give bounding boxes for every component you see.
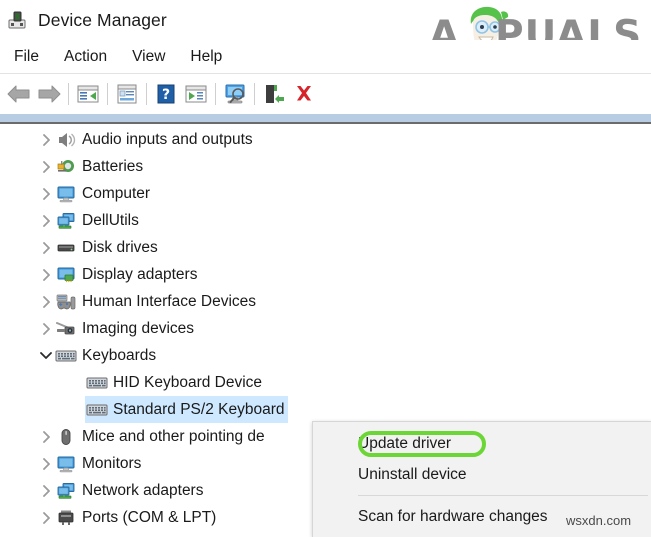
tree-item-label: Disk drives [82, 239, 158, 256]
tree-item-label: Batteries [82, 158, 144, 175]
chevron-right-icon[interactable] [38, 423, 54, 450]
network-adapter-icon [54, 480, 78, 502]
tree-item-hid-keyboard-device[interactable]: HID Keyboard Device [0, 369, 651, 396]
update-driver-icon[interactable] [181, 79, 211, 109]
tree-item-label: Display adapters [82, 266, 198, 283]
keyboard-icon [85, 372, 109, 394]
context-menu-item-label: Update driver [358, 434, 452, 452]
tree-item-computer[interactable]: Computer [0, 180, 651, 207]
tree-item-audio-inputs-and-outputs[interactable]: Audio inputs and outputs [0, 126, 651, 153]
disk-drive-icon [54, 237, 78, 259]
port-icon [54, 507, 78, 529]
chevron-down-icon[interactable] [38, 342, 54, 369]
battery-icon [54, 156, 78, 178]
menu-help[interactable]: Help [179, 45, 233, 69]
forward-arrow-icon[interactable] [34, 79, 64, 109]
context-menu-item-label: Scan for hardware changes [358, 507, 548, 525]
chevron-right-icon[interactable] [38, 126, 54, 153]
menu-view[interactable]: View [121, 45, 176, 69]
window-title: Device Manager [38, 9, 167, 30]
toolbar: ? [0, 74, 651, 114]
context-menu-item-label: Uninstall device [358, 465, 467, 483]
chevron-right-icon[interactable] [38, 315, 54, 342]
enable-device-icon[interactable] [259, 79, 289, 109]
properties-icon[interactable] [112, 79, 142, 109]
toolbar-separator-3 [146, 83, 147, 105]
tree-item-imaging-devices[interactable]: Imaging devices [0, 315, 651, 342]
tree-item-label: HID Keyboard Device [113, 374, 263, 391]
tree-item-label: Computer [82, 185, 151, 202]
context-menu-separator [358, 495, 648, 496]
context-menu[interactable]: Update driver Uninstall device Scan for … [312, 421, 651, 537]
tree-item-dellutils[interactable]: DellUtils [0, 207, 651, 234]
menu-file[interactable]: File [3, 45, 50, 69]
toolbar-separator-2 [107, 83, 108, 105]
tree-item-label: Imaging devices [82, 320, 195, 337]
chevron-right-icon[interactable] [38, 477, 54, 504]
speaker-icon [54, 129, 78, 151]
scan-hardware-changes-icon[interactable] [220, 79, 250, 109]
uninstall-device-icon[interactable] [289, 79, 319, 109]
toolbar-separator-1 [68, 83, 69, 105]
device-manager-window: Device Manager A PUALS File Action View … [0, 0, 651, 537]
chevron-right-icon[interactable] [38, 234, 54, 261]
tree-item-keyboards[interactable]: Keyboards [0, 342, 651, 369]
tree-item-batteries[interactable]: Batteries [0, 153, 651, 180]
tree-item-label: Mice and other pointing de [82, 428, 265, 445]
tree-item-label: Ports (COM & LPT) [82, 509, 217, 526]
hid-icon [54, 291, 78, 313]
toolbar-separator-4 [215, 83, 216, 105]
chevron-right-icon[interactable] [38, 207, 54, 234]
chevron-right-icon[interactable] [38, 153, 54, 180]
context-menu-item-update-driver[interactable]: Update driver [313, 428, 651, 459]
chevron-right-icon[interactable] [38, 504, 54, 531]
tree-item-disk-drives[interactable]: Disk drives [0, 234, 651, 261]
chevron-right-icon[interactable] [38, 288, 54, 315]
tree-item-human-interface-devices[interactable]: Human Interface Devices [0, 288, 651, 315]
keyboard-icon [54, 345, 78, 367]
context-menu-item-uninstall-device[interactable]: Uninstall device [313, 459, 651, 490]
tree-item-label: Monitors [82, 455, 142, 472]
tree-item-label: Network adapters [82, 482, 204, 499]
chevron-right-icon[interactable] [38, 450, 54, 477]
chevron-right-icon[interactable] [38, 180, 54, 207]
tree-item-standard-ps2-keyboard[interactable]: Standard PS/2 Keyboard [0, 396, 651, 423]
camera-icon [54, 318, 78, 340]
tree-item-label: Human Interface Devices [82, 293, 257, 310]
toolbar-bottom-band [0, 114, 651, 124]
dell-utils-icon [54, 210, 78, 232]
show-hide-console-tree-icon[interactable] [73, 79, 103, 109]
tree-item-label: Standard PS/2 Keyboard [113, 401, 285, 418]
keyboard-icon [85, 399, 109, 421]
computer-icon [54, 183, 78, 205]
menu-bar: File Action View Help [0, 40, 651, 74]
tree-item-label: DellUtils [82, 212, 139, 229]
tree-item-label: Keyboards [82, 347, 157, 364]
chevron-right-icon[interactable] [38, 261, 54, 288]
title-bar: Device Manager [0, 0, 651, 40]
display-adapter-icon [54, 264, 78, 286]
tree-item-label: Audio inputs and outputs [82, 131, 253, 148]
menu-action[interactable]: Action [53, 45, 118, 69]
toolbar-separator-5 [254, 83, 255, 105]
monitor-icon [54, 453, 78, 475]
device-manager-icon [6, 9, 28, 31]
back-arrow-icon[interactable] [4, 79, 34, 109]
context-menu-item-scan-for-hardware-changes[interactable]: Scan for hardware changes [313, 501, 651, 532]
svg-text:?: ? [162, 87, 170, 103]
mouse-icon [54, 426, 78, 448]
tree-item-display-adapters[interactable]: Display adapters [0, 261, 651, 288]
help-icon[interactable]: ? [151, 79, 181, 109]
